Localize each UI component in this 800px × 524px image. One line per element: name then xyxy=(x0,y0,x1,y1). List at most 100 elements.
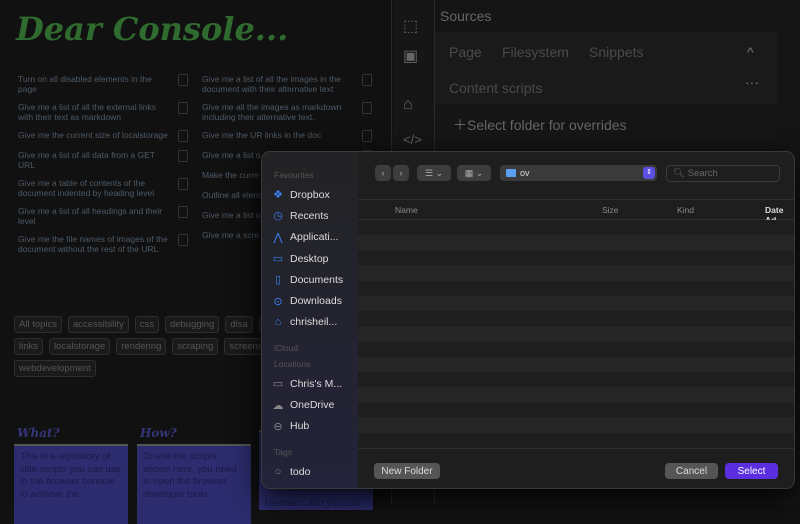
script-label: Give me a list of all data from a GET UR… xyxy=(18,150,155,170)
sidebar-item-label: Dropbox xyxy=(290,188,330,201)
grid-view-button[interactable]: ▦ ⌄ xyxy=(457,165,491,181)
how-box: How? To use the scripts shown here, you n… xyxy=(137,426,251,524)
back-button[interactable]: ‹ xyxy=(375,165,391,181)
code-icon[interactable]: </> xyxy=(403,132,422,147)
tab-filesystem[interactable]: Filesystem xyxy=(502,44,569,60)
script-item[interactable]: Give me the file names of images of the … xyxy=(18,234,188,254)
plus-icon: ＋ xyxy=(453,117,467,133)
overrides-label: Select folder for overrides xyxy=(467,117,627,133)
inspect-icon[interactable]: ⬚ xyxy=(403,16,418,36)
script-item[interactable]: Give me a list of all the images in the … xyxy=(202,74,372,94)
search-placeholder: Search xyxy=(687,168,718,179)
column-kind[interactable]: Kind xyxy=(677,205,694,215)
sidebar-item[interactable]: ▯ Documents xyxy=(262,269,358,290)
tag-dot-icon: ● xyxy=(272,487,284,488)
sidebar-item-label: Desktop xyxy=(290,252,329,265)
tag-label: Red xyxy=(290,487,309,488)
sidebar-item-label: Chris's M... xyxy=(290,377,343,390)
file-list[interactable] xyxy=(358,220,794,448)
script-label: Give me a list of all the external links… xyxy=(18,102,156,122)
script-item[interactable]: Give me all the images as markdown inclu… xyxy=(202,102,372,122)
folder-icon xyxy=(506,169,516,177)
script-item[interactable]: Give me a list of all headings and their… xyxy=(18,206,188,226)
script-item[interactable]: Give me a list of all data from a GET UR… xyxy=(18,150,188,170)
tag-item[interactable]: ○ todo xyxy=(262,461,358,482)
sidebar-item-label: Documents xyxy=(290,273,344,286)
sidebar-item[interactable]: ⌂ chrisheil... xyxy=(262,312,358,333)
topic-tag[interactable]: links xyxy=(14,338,44,355)
topic-tag[interactable]: css xyxy=(134,316,159,333)
sidebar-item[interactable]: ◷ Recents xyxy=(262,205,358,226)
document-icon xyxy=(178,74,188,86)
script-item[interactable]: Give me the UR links in the doc xyxy=(202,130,372,142)
tab-page[interactable]: Page xyxy=(449,44,482,60)
sidebar-item[interactable]: ⋀ Applicati... xyxy=(262,227,358,248)
topic-tag[interactable]: debugging xyxy=(164,316,220,333)
chevron-up-icon[interactable]: ^ xyxy=(747,44,754,60)
script-label: Give me the file names of images of the … xyxy=(18,234,168,254)
script-label: Give me a list of all headings and their… xyxy=(18,206,163,226)
column-header: Name Size Kind Date Ad xyxy=(358,199,794,225)
topic-tag[interactable]: rendering xyxy=(116,338,167,355)
sidebar-item[interactable]: ❖ Dropbox xyxy=(262,184,358,205)
sidebar-item[interactable]: ⊙ Downloads xyxy=(262,290,358,311)
select-folder-dialog: Favourites ❖ Dropbox ◷ Recents ⋀ Applicati... ▭… xyxy=(261,151,795,489)
cancel-button[interactable]: Cancel xyxy=(665,463,718,479)
sidebar-item[interactable]: ▭ Chris's M... xyxy=(262,373,358,394)
path-label: ov xyxy=(520,168,530,178)
topic-tag[interactable]: webdevelopment xyxy=(14,360,96,377)
document-icon xyxy=(178,178,188,190)
topic-tag[interactable]: accessibility xyxy=(68,316,129,333)
column-name[interactable]: Name xyxy=(395,205,418,215)
tab-snippets[interactable]: Snippets xyxy=(589,44,643,60)
home-icon[interactable]: ⌂ xyxy=(403,96,413,114)
topic-tag[interactable]: scraping xyxy=(172,338,219,355)
sidebar-item-label: OneDrive xyxy=(290,399,335,412)
stepper-icon: ⇕ xyxy=(643,167,655,179)
select-button[interactable]: Select xyxy=(725,463,778,479)
script-item[interactable]: Give me the current size of localstorage xyxy=(18,130,188,142)
topic-tag[interactable]: localstorage xyxy=(49,338,111,355)
script-label: Give me a table of contents of the docum… xyxy=(18,178,155,198)
box-text: This is a repository of little scripts y… xyxy=(14,444,128,524)
forward-button[interactable]: › xyxy=(393,165,409,181)
document-icon xyxy=(178,150,188,162)
script-label: Turn on all disabled elements in the pag… xyxy=(18,74,152,94)
list-view-button[interactable]: ☰ ⌄ xyxy=(417,165,451,181)
search-input[interactable]: 🔍︎ Search xyxy=(666,165,780,182)
tag-dot-icon: ○ xyxy=(274,465,282,478)
select-folder-overrides[interactable]: ＋Select folder for overrides xyxy=(435,106,777,142)
desktop-icon: ▭ xyxy=(272,253,284,266)
script-item[interactable]: Give me a table of contents of the docum… xyxy=(18,178,188,198)
document-icon xyxy=(362,74,372,86)
home-icon: ⌂ xyxy=(274,316,282,329)
applications-icon: ⋀ xyxy=(273,231,283,244)
sidebar-item[interactable]: ▭ Desktop xyxy=(262,248,358,269)
topic-tag[interactable]: disa xyxy=(225,316,253,333)
box-text: To use the scripts shown here, you need … xyxy=(137,444,251,524)
new-folder-button[interactable]: New Folder xyxy=(374,463,440,479)
sidebar-item-label: Applicati... xyxy=(290,231,339,244)
path-popup[interactable]: ov ⇕ xyxy=(500,165,657,181)
document-icon xyxy=(178,234,188,246)
tab-content-scripts[interactable]: Content scripts xyxy=(449,80,542,96)
section-label: iCloud xyxy=(274,343,299,354)
script-item[interactable]: Give me a list of all the external links… xyxy=(18,102,188,122)
search-icon: 🔍︎ xyxy=(673,168,686,179)
device-emulation-icon[interactable]: ▣ xyxy=(403,46,418,66)
more-icon[interactable]: ··· xyxy=(745,74,759,90)
sidebar-item[interactable]: ⊖ Hub xyxy=(262,416,358,437)
script-label: Give me all the images as markdown inclu… xyxy=(202,102,342,122)
document-icon xyxy=(178,206,188,218)
script-item[interactable]: Turn on all disabled elements in the pag… xyxy=(18,74,188,94)
document-icon: ▯ xyxy=(274,274,282,287)
sidebar-item[interactable]: ☁ OneDrive xyxy=(262,394,358,415)
what-box: What? This is a repository of little scri… xyxy=(14,426,128,524)
topic-tag[interactable]: All topics xyxy=(14,316,63,333)
script-label: Give me a list of all the images in the … xyxy=(202,74,341,94)
tag-item[interactable]: ● Red xyxy=(262,482,358,488)
box-title: How? xyxy=(140,426,177,440)
column-size[interactable]: Size xyxy=(602,205,619,215)
document-icon xyxy=(178,130,188,142)
section-label: Locations xyxy=(274,359,311,370)
